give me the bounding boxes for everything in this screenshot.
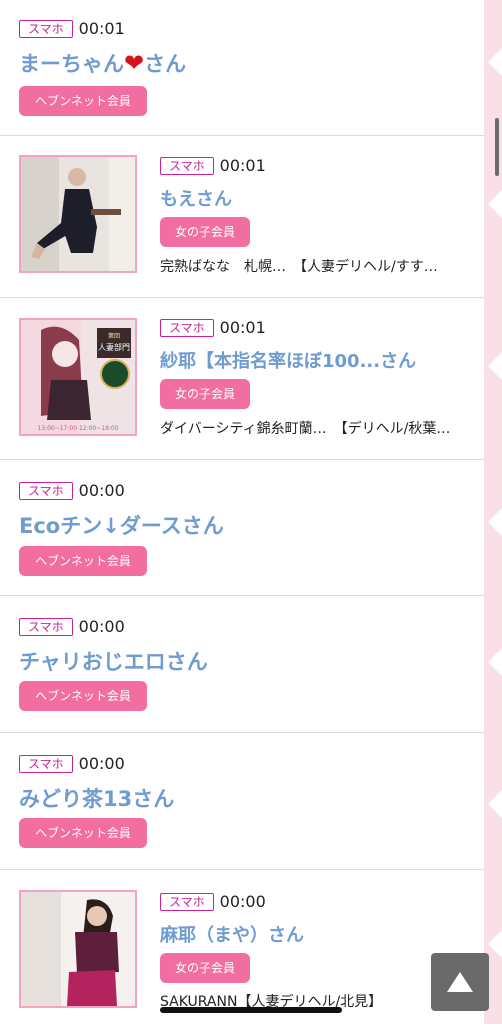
smartphone-tag: スマホ [19, 755, 73, 773]
member-name[interactable]: もえさん [160, 185, 232, 211]
smartphone-tag: スマホ [19, 618, 73, 636]
member-badge: 女の子会員 [160, 379, 250, 409]
member-name[interactable]: みどり茶13さん [19, 783, 174, 813]
scrollbar[interactable] [495, 118, 499, 176]
member-name[interactable]: チャリおじエロさん [19, 646, 208, 676]
smartphone-tag: スマホ [19, 20, 73, 38]
message-list: スマホ 00:01 まーちゃん❤さん ヘブンネット会員 スマホ 00:01 もえさん… [0, 0, 484, 1030]
member-badge: ヘブンネット会員 [19, 86, 147, 116]
profile-photo[interactable] [19, 155, 137, 273]
time-label: 00:01 [78, 19, 125, 38]
list-item[interactable]: スマホ 00:01 もえさん 女の子会員 完熟ばなな 札幌… 【人妻デリヘル/すす… [0, 136, 484, 298]
member-badge: ヘブンネット会員 [19, 546, 147, 576]
side-decoration [484, 0, 502, 1024]
time-label: 00:00 [219, 892, 266, 911]
home-indicator [160, 1007, 342, 1013]
smartphone-tag: スマホ [160, 157, 214, 175]
up-triangle-icon [447, 972, 473, 992]
smartphone-tag: スマホ [160, 319, 214, 337]
member-badge: 女の子会員 [160, 217, 250, 247]
time-label: 00:00 [78, 617, 125, 636]
list-item[interactable]: スマホ 00:00 みどり茶13さん ヘブンネット会員 [0, 733, 484, 870]
member-badge: 女の子会員 [160, 953, 250, 983]
photo-hours-text: 13:00~17:00 12:00~18:00 [37, 425, 118, 432]
time-label: 00:00 [78, 754, 125, 773]
heart-icon: ❤ [124, 49, 145, 77]
member-name[interactable]: 麻耶（まや）さん [160, 921, 304, 947]
time-label: 00:01 [219, 156, 266, 175]
photo-award-text: 第回 [108, 332, 120, 340]
list-item[interactable]: スマホ 00:00 Ecoチン↓ダースさん ヘブンネット会員 [0, 460, 484, 596]
member-badge: ヘブンネット会員 [19, 818, 147, 848]
shop-name[interactable]: 完熟ばなな 札幌… 【人妻デリヘル/すす… [160, 256, 475, 276]
member-badge: ヘブンネット会員 [19, 681, 147, 711]
member-name[interactable]: まーちゃん❤さん [19, 48, 186, 78]
time-label: 00:00 [78, 481, 125, 500]
photo-award-text: 人妻部門 [98, 342, 130, 352]
list-item[interactable]: スマホ 00:00 麻耶（まや）さん 女の子会員 SAKURANN【人妻デリヘル/… [0, 870, 484, 1030]
member-name[interactable]: Ecoチン↓ダースさん [19, 510, 224, 540]
list-item[interactable]: 第回 人妻部門 13:00~17:00 12:00~18:00 スマホ 00:01… [0, 298, 484, 460]
time-label: 00:01 [219, 318, 266, 337]
list-item[interactable]: スマホ 00:00 チャリおじエロさん ヘブンネット会員 [0, 596, 484, 733]
shop-name[interactable]: ダイバーシティ錦糸町蘭… 【デリヘル/秋葉… [160, 418, 475, 438]
member-name[interactable]: 紗耶【本指名率ほぼ100...さん [160, 347, 475, 373]
smartphone-tag: スマホ [160, 893, 214, 911]
list-item[interactable]: スマホ 00:01 まーちゃん❤さん ヘブンネット会員 [0, 0, 484, 136]
profile-photo[interactable]: 第回 人妻部門 13:00~17:00 12:00~18:00 [19, 318, 137, 436]
smartphone-tag: スマホ [19, 482, 73, 500]
profile-photo[interactable] [19, 890, 137, 1008]
scroll-to-top-button[interactable] [431, 953, 489, 1011]
